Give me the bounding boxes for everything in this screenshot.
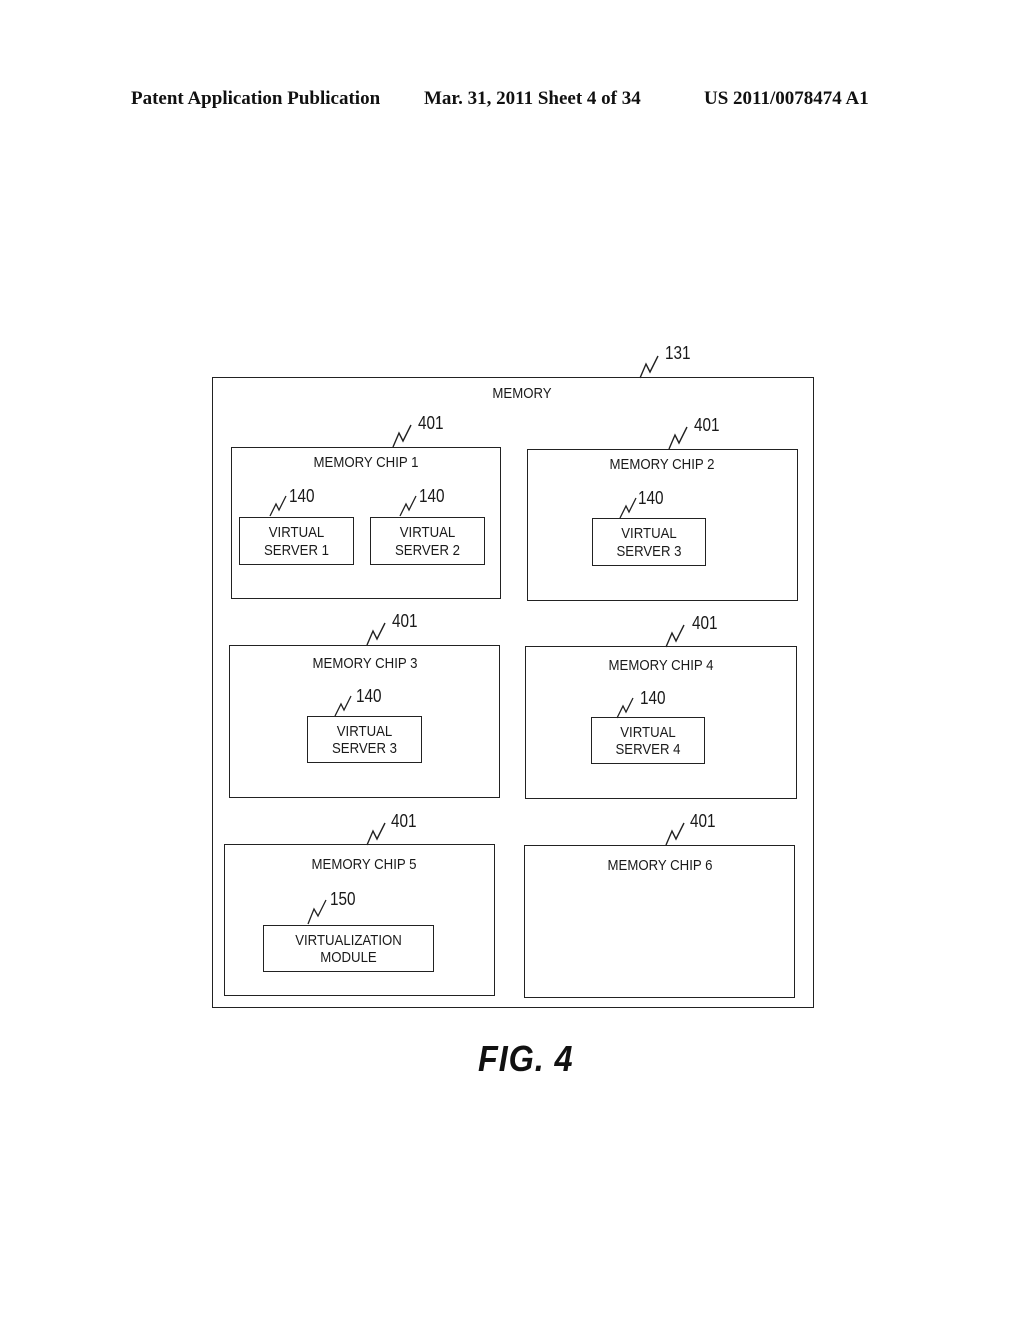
module-label-line1: VIRTUAL: [399, 524, 456, 541]
leader-line-401: [668, 426, 688, 450]
module-label-line1: VIRTUAL: [336, 723, 393, 740]
ref-401: 401: [391, 811, 417, 831]
ref-401: 401: [418, 413, 444, 433]
ref-140: 140: [638, 488, 664, 508]
leader-line-401: [392, 424, 412, 448]
module-label-line2: SERVER 3: [331, 740, 398, 757]
ref-401: 401: [690, 811, 716, 831]
figure-caption: FIG. 4: [478, 1038, 574, 1079]
ref-150: 150: [330, 889, 356, 909]
module-label-line2: SERVER 4: [615, 741, 681, 758]
module-label-line2: SERVER 2: [394, 542, 461, 559]
module-label-line2: MODULE: [320, 949, 377, 966]
module-label-line1: VIRTUAL: [621, 525, 677, 542]
leader-line-401: [366, 622, 386, 646]
module-label-line2: SERVER 1: [263, 542, 330, 559]
ref-401: 401: [692, 613, 718, 633]
virtualization-module: VIRTUALIZATION MODULE: [263, 925, 434, 972]
chip-label: MEMORY CHIP 3: [312, 655, 418, 672]
chip-label: MEMORY CHIP 1: [313, 454, 419, 471]
leader-line-401: [665, 822, 685, 846]
patent-number: US 2011/0078474 A1: [704, 88, 869, 109]
chip-label: MEMORY CHIP 6: [607, 857, 713, 874]
leader-line-140: [616, 697, 634, 719]
leader-line-401: [366, 822, 386, 846]
module-label-line2: SERVER 3: [616, 543, 682, 560]
date-sheet: Mar. 31, 2011 Sheet 4 of 34: [424, 88, 641, 109]
ref-140: 140: [289, 486, 315, 506]
module-label-line1: VIRTUAL: [620, 724, 676, 741]
ref-140: 140: [356, 686, 382, 706]
virtual-server-4: VIRTUAL SERVER 4: [591, 717, 705, 764]
chip-label: MEMORY CHIP 2: [609, 456, 715, 473]
ref-401: 401: [694, 415, 720, 435]
ref-140: 140: [419, 486, 445, 506]
virtual-server-1: VIRTUAL SERVER 1: [239, 517, 354, 565]
ref-401: 401: [392, 611, 418, 631]
leader-line-131: [639, 355, 659, 379]
ref-140: 140: [640, 688, 666, 708]
ref-131: 131: [665, 343, 691, 363]
virtual-server-2: VIRTUAL SERVER 2: [370, 517, 485, 565]
memory-label: MEMORY: [492, 385, 552, 402]
module-label-line1: VIRTUALIZATION: [295, 932, 402, 949]
leader-line-401: [665, 624, 685, 648]
module-label-line1: VIRTUAL: [268, 524, 325, 541]
publication-title: Patent Application Publication: [131, 88, 381, 109]
chip-label: MEMORY CHIP 5: [311, 856, 417, 873]
chip-label: MEMORY CHIP 4: [608, 657, 714, 674]
virtual-server-3: VIRTUAL SERVER 3: [307, 716, 422, 763]
virtual-server-3: VIRTUAL SERVER 3: [592, 518, 706, 566]
